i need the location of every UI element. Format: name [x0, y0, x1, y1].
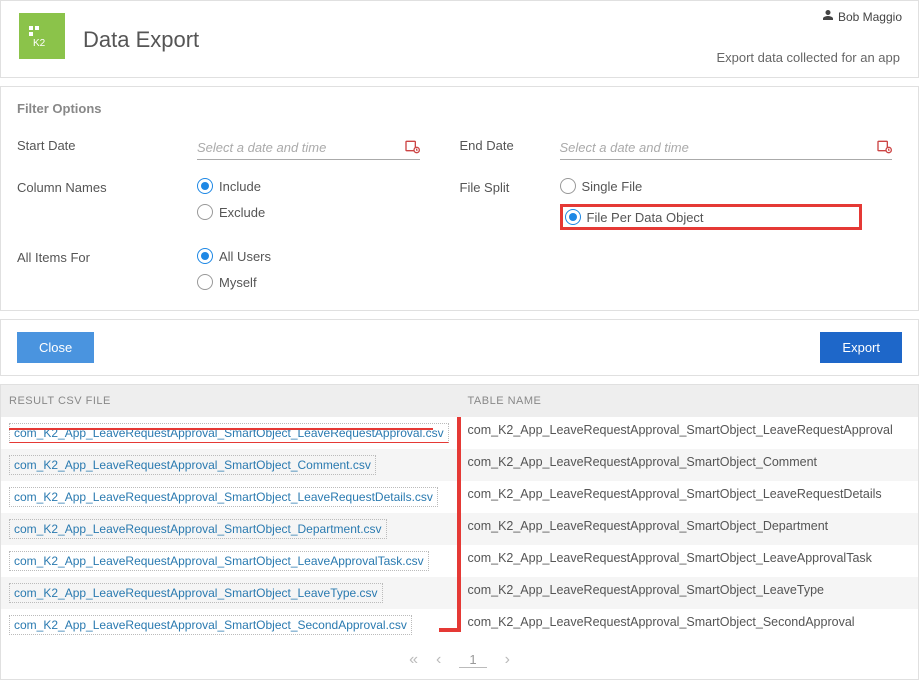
- user-area[interactable]: Bob Maggio: [822, 9, 902, 24]
- filter-panel-title: Filter Options: [17, 101, 902, 116]
- csv-download-link[interactable]: com_K2_App_LeaveRequestApproval_SmartObj…: [9, 455, 376, 475]
- start-date-placeholder: Select a date and time: [197, 140, 404, 155]
- table-row: com_K2_App_LeaveRequestApproval_SmartObj…: [1, 417, 918, 449]
- action-bar: Close Export: [0, 319, 919, 376]
- results-body: com_K2_App_LeaveRequestApproval_SmartObj…: [1, 417, 918, 641]
- table-name-cell: com_K2_App_LeaveRequestApproval_SmartObj…: [460, 577, 919, 609]
- pager-prev-icon[interactable]: ‹: [436, 651, 441, 669]
- radio-file-per-object[interactable]: File Per Data Object: [565, 209, 704, 225]
- start-date-label: Start Date: [17, 136, 197, 153]
- all-items-radio-group: All Users Myself: [197, 248, 420, 290]
- column-names-radio-group: Include Exclude: [197, 178, 420, 220]
- filter-panel: Filter Options Start Date Select a date …: [0, 86, 919, 311]
- close-button[interactable]: Close: [17, 332, 94, 363]
- table-name-cell: com_K2_App_LeaveRequestApproval_SmartObj…: [460, 481, 919, 513]
- table-name-cell: com_K2_App_LeaveRequestApproval_SmartObj…: [460, 545, 919, 577]
- results-panel: RESULT CSV FILE TABLE NAME com_K2_App_Le…: [0, 384, 919, 680]
- radio-exclude-label: Exclude: [219, 205, 265, 220]
- column-names-label: Column Names: [17, 178, 197, 195]
- table-row: com_K2_App_LeaveRequestApproval_SmartObj…: [1, 577, 918, 609]
- user-icon: [822, 9, 834, 24]
- table-name-cell: com_K2_App_LeaveRequestApproval_SmartObj…: [460, 609, 919, 641]
- csv-download-link[interactable]: com_K2_App_LeaveRequestApproval_SmartObj…: [9, 519, 387, 539]
- col-header-table: TABLE NAME: [460, 385, 919, 417]
- table-row: com_K2_App_LeaveRequestApproval_SmartObj…: [1, 481, 918, 513]
- radio-file-per-object-label: File Per Data Object: [587, 210, 704, 225]
- csv-download-link[interactable]: com_K2_App_LeaveRequestApproval_SmartObj…: [9, 615, 412, 635]
- end-date-placeholder: Select a date and time: [560, 140, 877, 155]
- end-date-label: End Date: [460, 136, 560, 153]
- file-split-radio-group: Single File File Per Data Object: [560, 178, 863, 230]
- radio-myself-label: Myself: [219, 275, 257, 290]
- start-date-input[interactable]: Select a date and time: [197, 136, 420, 160]
- results-header: RESULT CSV FILE TABLE NAME: [1, 385, 918, 417]
- csv-cell: com_K2_App_LeaveRequestApproval_SmartObj…: [1, 577, 460, 609]
- csv-cell: com_K2_App_LeaveRequestApproval_SmartObj…: [1, 481, 460, 513]
- radio-single-file-label: Single File: [582, 179, 643, 194]
- user-name: Bob Maggio: [838, 10, 902, 24]
- table-name-cell: com_K2_App_LeaveRequestApproval_SmartObj…: [460, 513, 919, 545]
- table-row: com_K2_App_LeaveRequestApproval_SmartObj…: [1, 449, 918, 481]
- radio-exclude[interactable]: Exclude: [197, 204, 420, 220]
- calendar-icon[interactable]: [404, 138, 420, 157]
- pager: « ‹ 1 ›: [1, 641, 918, 679]
- csv-cell: com_K2_App_LeaveRequestApproval_SmartObj…: [1, 609, 460, 641]
- page-title: Data Export: [83, 27, 199, 53]
- radio-all-users-label: All Users: [219, 249, 271, 264]
- end-date-input[interactable]: Select a date and time: [560, 136, 893, 160]
- table-name-cell: com_K2_App_LeaveRequestApproval_SmartObj…: [460, 417, 919, 449]
- k2-logo: K2: [19, 13, 65, 59]
- svg-text:K2: K2: [33, 38, 46, 48]
- header-bar: K2 Data Export Bob Maggio Export data co…: [0, 0, 919, 78]
- radio-all-users[interactable]: All Users: [197, 248, 420, 264]
- csv-download-link[interactable]: com_K2_App_LeaveRequestApproval_SmartObj…: [9, 551, 429, 571]
- table-row: com_K2_App_LeaveRequestApproval_SmartObj…: [1, 545, 918, 577]
- col-header-csv: RESULT CSV FILE: [1, 385, 460, 417]
- radio-include[interactable]: Include: [197, 178, 420, 194]
- csv-download-link[interactable]: com_K2_App_LeaveRequestApproval_SmartObj…: [9, 487, 438, 507]
- file-split-label: File Split: [460, 178, 560, 195]
- radio-myself[interactable]: Myself: [197, 274, 420, 290]
- csv-cell: com_K2_App_LeaveRequestApproval_SmartObj…: [1, 513, 460, 545]
- csv-cell: com_K2_App_LeaveRequestApproval_SmartObj…: [1, 545, 460, 577]
- all-items-label: All Items For: [17, 248, 197, 265]
- export-button[interactable]: Export: [820, 332, 902, 363]
- pager-page-number[interactable]: 1: [459, 652, 486, 668]
- calendar-icon[interactable]: [876, 138, 892, 157]
- csv-download-link[interactable]: com_K2_App_LeaveRequestApproval_SmartObj…: [9, 583, 383, 603]
- csv-cell: com_K2_App_LeaveRequestApproval_SmartObj…: [1, 449, 460, 481]
- page-subtitle: Export data collected for an app: [716, 50, 900, 65]
- table-name-cell: com_K2_App_LeaveRequestApproval_SmartObj…: [460, 449, 919, 481]
- table-row: com_K2_App_LeaveRequestApproval_SmartObj…: [1, 609, 918, 641]
- file-per-object-highlight: File Per Data Object: [560, 204, 863, 230]
- pager-next-icon[interactable]: ›: [505, 651, 510, 669]
- csv-cell: com_K2_App_LeaveRequestApproval_SmartObj…: [1, 417, 460, 449]
- radio-single-file[interactable]: Single File: [560, 178, 863, 194]
- radio-include-label: Include: [219, 179, 261, 194]
- pager-first-icon[interactable]: «: [409, 651, 418, 669]
- csv-download-link[interactable]: com_K2_App_LeaveRequestApproval_SmartObj…: [9, 423, 449, 443]
- table-row: com_K2_App_LeaveRequestApproval_SmartObj…: [1, 513, 918, 545]
